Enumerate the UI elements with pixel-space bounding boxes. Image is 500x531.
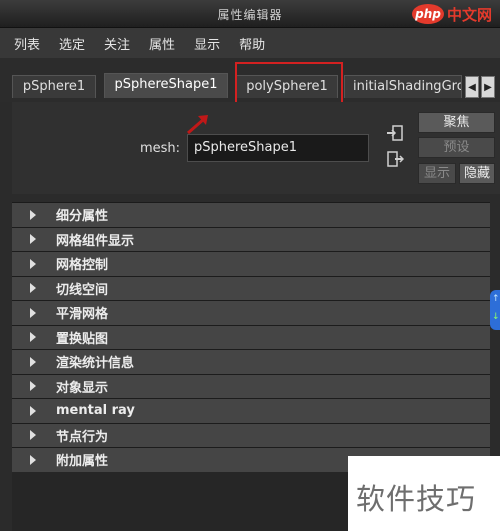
mesh-name-field[interactable]: pSphereShape1	[187, 134, 369, 162]
menu-attributes[interactable]: 属性	[149, 34, 175, 53]
expand-triangle-icon	[30, 258, 36, 269]
expand-triangle-icon	[30, 209, 36, 220]
red-arrow-annotation-icon	[187, 115, 208, 135]
tab-psphere1[interactable]: pSphere1	[12, 75, 96, 98]
scroll-down-icon[interactable]: ↓	[492, 312, 500, 322]
expand-triangle-icon	[30, 430, 36, 441]
menu-select[interactable]: 选定	[59, 34, 85, 53]
output-connection-icon[interactable]	[386, 150, 404, 168]
scroll-up-icon[interactable]: ↑	[492, 294, 500, 304]
section-label: 切线空间	[56, 282, 109, 298]
mesh-label: mesh:	[140, 141, 181, 156]
expand-triangle-icon	[30, 283, 36, 294]
section-smooth-mesh[interactable]: 平滑网格	[12, 301, 490, 326]
section-object-display[interactable]: 对象显示	[12, 374, 490, 399]
focus-button[interactable]: 聚焦	[418, 112, 495, 133]
tab-psphereshape1[interactable]: pSphereShape1	[104, 73, 228, 98]
section-label: 附加属性	[56, 454, 109, 470]
menu-focus[interactable]: 关注	[104, 34, 130, 53]
show-button[interactable]: 显示	[418, 163, 456, 184]
menu-list[interactable]: 列表	[14, 34, 40, 53]
expand-triangle-icon	[30, 405, 36, 416]
section-render-stats[interactable]: 渲染统计信息	[12, 350, 490, 375]
menu-help[interactable]: 帮助	[239, 34, 265, 53]
expand-triangle-icon	[30, 356, 36, 367]
tab-scroll-right-icon[interactable]: ▶	[481, 76, 495, 98]
php-logo-badge: php	[411, 4, 444, 24]
section-component-display[interactable]: 网格组件显示	[12, 227, 490, 252]
section-tangent-space[interactable]: 切线空间	[12, 276, 490, 301]
hide-button[interactable]: 隐藏	[459, 163, 495, 184]
section-label: mental ray	[56, 403, 135, 419]
section-label: 网格控制	[56, 258, 109, 274]
expand-triangle-icon	[30, 381, 36, 392]
section-label: 节点行为	[56, 429, 109, 445]
expand-triangle-icon	[30, 332, 36, 343]
section-mental-ray[interactable]: mental ray	[12, 399, 490, 424]
tab-scroll-left-icon[interactable]: ◀	[465, 76, 479, 98]
expand-triangle-icon	[30, 454, 36, 465]
menu-bar: 列表 选定 关注 属性 显示 帮助	[0, 28, 500, 58]
section-node-behavior[interactable]: 节点行为	[12, 423, 490, 448]
section-displacement-map[interactable]: 置换贴图	[12, 325, 490, 350]
section-label: 细分属性	[56, 209, 109, 225]
floating-scroll-widget[interactable]: ↑ ↓	[490, 290, 500, 330]
section-label: 平滑网格	[56, 307, 109, 323]
php-logo-suffix: 中文网	[446, 5, 492, 24]
input-connection-icon[interactable]	[386, 124, 404, 142]
attribute-sections: 细分属性 网格组件显示 网格控制 切线空间 平滑网格 置换贴图 渲染统计信息 对…	[12, 202, 490, 473]
menu-show[interactable]: 显示	[194, 34, 220, 53]
php-logo: php 中文网	[411, 2, 492, 26]
expand-triangle-icon	[30, 307, 36, 318]
section-label: 对象显示	[56, 380, 109, 396]
title-bar: 属性编辑器 php 中文网	[0, 0, 500, 28]
section-label: 渲染统计信息	[56, 356, 135, 372]
expand-triangle-icon	[30, 234, 36, 245]
watermark-text: 软件技巧	[356, 482, 477, 516]
section-subdivision-attributes[interactable]: 细分属性	[12, 203, 490, 228]
section-label: 置换贴图	[56, 331, 109, 347]
tab-initialshadinggroup[interactable]: initialShadingGrou	[344, 75, 462, 98]
presets-button[interactable]: 预设	[418, 137, 495, 158]
section-mesh-controls[interactable]: 网格控制	[12, 252, 490, 277]
section-label: 网格组件显示	[56, 233, 135, 249]
